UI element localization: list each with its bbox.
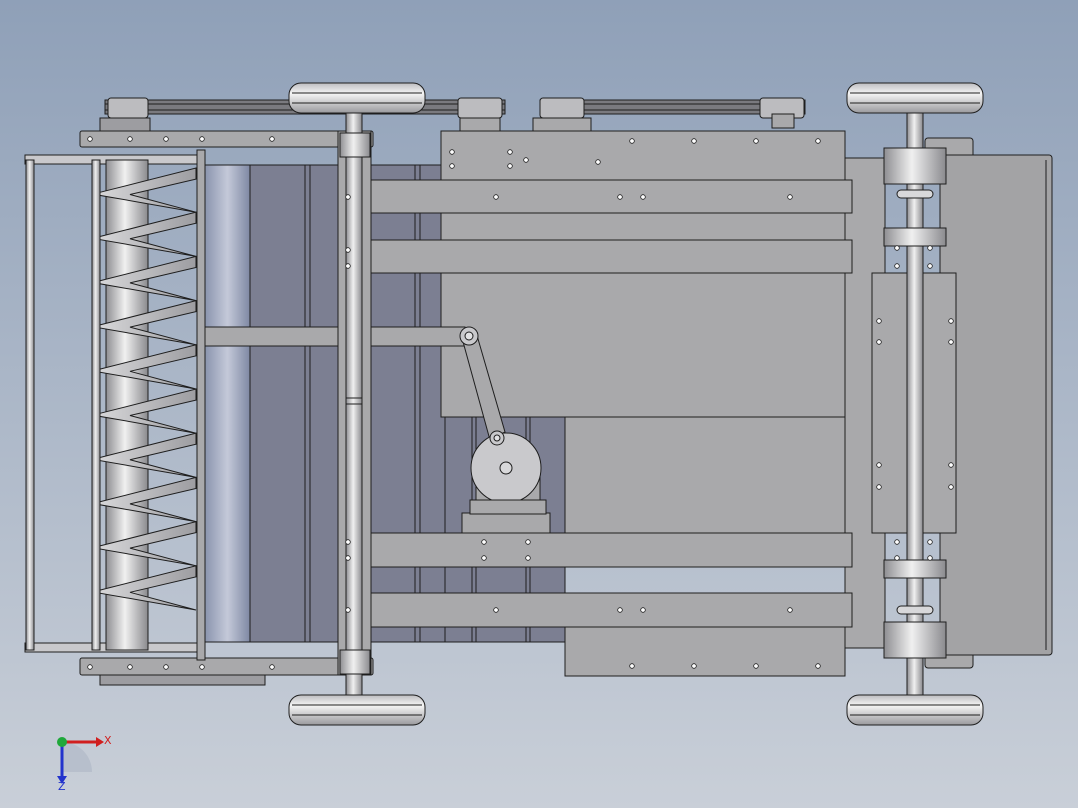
bolt-hole xyxy=(640,607,646,613)
bolt-hole xyxy=(894,245,900,251)
bolt-hole xyxy=(927,555,933,561)
bolt-hole xyxy=(345,539,351,545)
bolt-hole xyxy=(269,136,275,142)
bolt-hole xyxy=(345,263,351,269)
bolt-hole xyxy=(787,607,793,613)
wheel-bottom-right xyxy=(846,694,984,726)
bolt-hole xyxy=(894,263,900,269)
bolt-hole xyxy=(876,484,882,490)
bolt-hole xyxy=(493,194,499,200)
bolt-hole xyxy=(199,136,205,142)
cad-viewport[interactable]: X Z xyxy=(0,0,1078,808)
bolt-hole xyxy=(691,138,697,144)
bolt-hole xyxy=(507,149,513,155)
bolt-hole xyxy=(87,136,93,142)
bolt-hole xyxy=(199,664,205,670)
bolt-hole xyxy=(948,339,954,345)
bolt-hole xyxy=(927,245,933,251)
left-axle xyxy=(337,109,372,701)
bolt-hole xyxy=(87,664,93,670)
bolt-hole xyxy=(640,194,646,200)
bolt-hole xyxy=(163,664,169,670)
bolt-hole xyxy=(876,339,882,345)
bolt-hole xyxy=(948,462,954,468)
bolt-hole xyxy=(127,136,133,142)
bolt-hole xyxy=(948,318,954,324)
bolt-hole xyxy=(691,663,697,669)
bolt-hole xyxy=(523,157,529,163)
bolt-hole xyxy=(927,539,933,545)
wheel-bottom-left xyxy=(288,694,426,726)
bolt-hole xyxy=(345,194,351,200)
bolt-hole xyxy=(525,555,531,561)
bolt-hole xyxy=(617,194,623,200)
axis-z-label: Z xyxy=(58,780,66,793)
bolt-hole xyxy=(894,555,900,561)
bolt-hole xyxy=(787,194,793,200)
wheel-top-left xyxy=(288,82,426,114)
bolt-hole xyxy=(163,136,169,142)
bolt-hole xyxy=(345,607,351,613)
bolt-hole xyxy=(876,462,882,468)
bolt-hole xyxy=(753,663,759,669)
bolt-hole xyxy=(449,149,455,155)
bolt-hole xyxy=(595,159,601,165)
wheel-top-right xyxy=(846,82,984,114)
bolt-hole xyxy=(507,163,513,169)
bolt-hole xyxy=(481,555,487,561)
bolt-hole xyxy=(345,555,351,561)
bolt-hole xyxy=(629,138,635,144)
bolt-hole xyxy=(345,247,351,253)
bolt-hole xyxy=(269,664,275,670)
bolt-hole xyxy=(894,539,900,545)
bolt-hole xyxy=(927,263,933,269)
bolt-hole xyxy=(815,138,821,144)
bolt-hole xyxy=(815,663,821,669)
bolt-hole xyxy=(753,138,759,144)
bolt-hole xyxy=(525,539,531,545)
bolt-hole xyxy=(449,163,455,169)
bolt-hole xyxy=(876,318,882,324)
bolt-hole xyxy=(629,663,635,669)
axis-x-label: X xyxy=(104,734,112,747)
bolt-hole xyxy=(127,664,133,670)
machine-top-view: X Z xyxy=(0,0,1078,808)
bolt-hole xyxy=(617,607,623,613)
bolt-hole xyxy=(948,484,954,490)
bolt-hole xyxy=(493,607,499,613)
bolt-hole xyxy=(481,539,487,545)
